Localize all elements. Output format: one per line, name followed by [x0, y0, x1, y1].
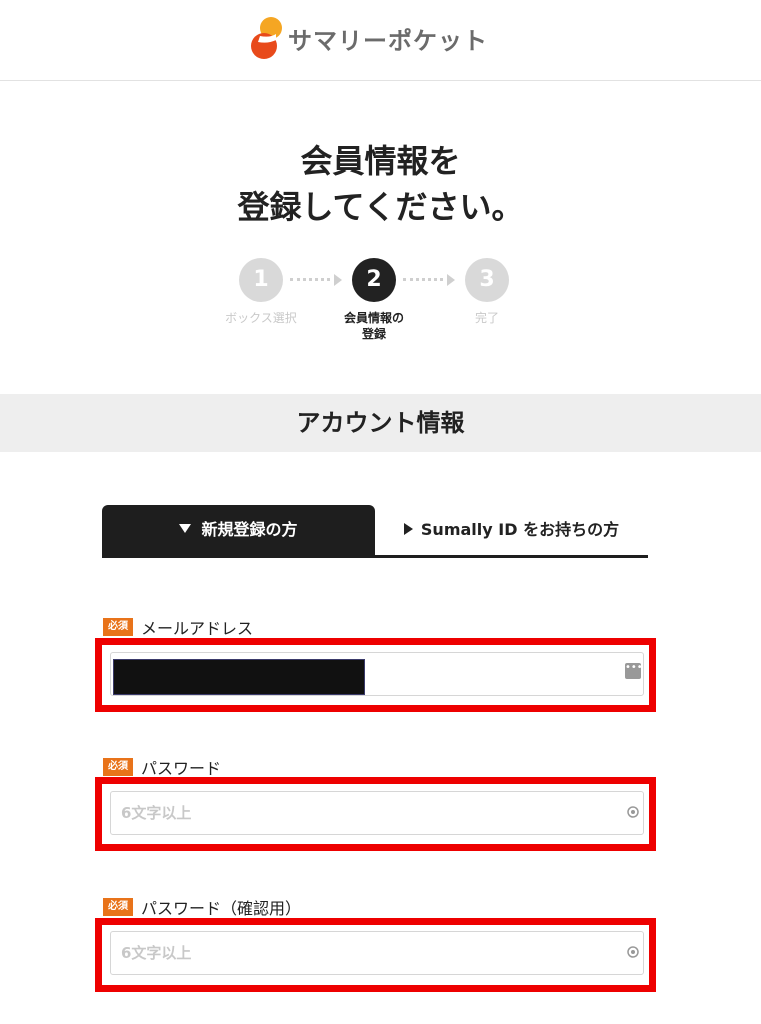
logo[interactable]: サマリーポケット: [250, 16, 488, 60]
password-label: 必須 パスワード: [103, 755, 221, 779]
required-badge: 必須: [103, 618, 133, 636]
step-1-label: ボックス選択: [225, 311, 297, 325]
step-3-label: 完了: [474, 311, 499, 325]
logo-text: サマリーポケット: [288, 26, 488, 55]
password-toggle-icon[interactable]: [627, 806, 639, 818]
tab-new-registration-label: 新規登録の方: [201, 520, 298, 539]
page-title: 会員情報を 登録してください。: [0, 138, 761, 230]
progress-stepper: 1 2 3 ボックス選択 会員情報の 登録 完了: [0, 258, 761, 358]
triangle-right-icon: [403, 522, 413, 535]
step-connector-1: [290, 278, 330, 283]
tab-new-registration[interactable]: 新規登録の方: [102, 505, 375, 555]
password-placeholder: 6文字以上: [121, 804, 192, 822]
email-label: 必須 メールアドレス: [103, 615, 253, 639]
password-label-text: パスワード: [141, 759, 222, 778]
step-2-label: 会員情報の 登録: [324, 310, 424, 342]
email-input[interactable]: •••: [110, 652, 644, 696]
step-3-circle: 3: [465, 258, 509, 302]
step-2-circle: 2: [352, 258, 396, 302]
step-arrow-1-icon: [334, 274, 342, 286]
logo-icon: [251, 17, 282, 59]
tab-underline: [102, 555, 648, 558]
step-1-circle: 1: [239, 258, 283, 302]
step-connector-2: [403, 278, 443, 283]
redacted-value: [113, 659, 365, 695]
step-arrow-2-icon: [447, 274, 455, 286]
email-label-text: メールアドレス: [141, 619, 254, 638]
more-icon[interactable]: •••: [625, 663, 643, 679]
page-title-line-1: 会員情報を: [300, 142, 461, 180]
registration-tabs: 新規登録の方 Sumally ID をお持ちの方: [102, 505, 648, 559]
section-title: アカウント情報: [0, 394, 761, 452]
password-confirm-label-text: パスワード（確認用）: [141, 899, 302, 918]
password-input[interactable]: 6文字以上: [110, 791, 644, 835]
page-title-line-2: 登録してください。: [237, 188, 524, 226]
step-2-label-line-1: 会員情報の: [343, 311, 404, 325]
password-confirm-label: 必須 パスワード（確認用）: [103, 895, 301, 919]
tab-sumally-id-label: Sumally ID をお持ちの方: [420, 520, 620, 539]
triangle-down-icon: [179, 524, 192, 533]
step-2-label-line-2: 登録: [361, 327, 386, 341]
required-badge: 必須: [103, 898, 133, 916]
tab-sumally-id[interactable]: Sumally ID をお持ちの方: [375, 505, 648, 555]
password-confirm-input[interactable]: 6文字以上: [110, 931, 644, 975]
site-header: サマリーポケット: [0, 0, 761, 81]
password-confirm-placeholder: 6文字以上: [121, 944, 192, 962]
required-badge: 必須: [103, 758, 133, 776]
password-confirm-toggle-icon[interactable]: [627, 946, 639, 958]
